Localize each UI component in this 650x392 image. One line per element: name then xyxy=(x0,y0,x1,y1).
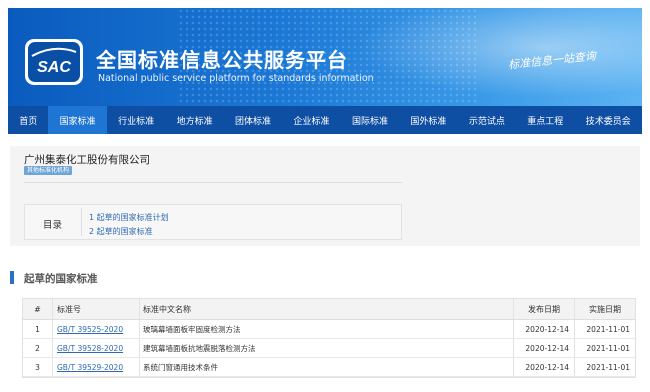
row-name: 玻璃幕墙面板牢固度检测方法 xyxy=(140,320,514,338)
row-code-cell: GB/T 39528-2020 xyxy=(53,339,140,357)
row-index: 3 xyxy=(23,358,53,376)
section-accent-bar xyxy=(10,271,14,284)
nav-item-international-standards[interactable]: 国际标准 xyxy=(341,106,399,134)
nav-item-foreign-standards[interactable]: 国外标准 xyxy=(399,106,457,134)
row-name: 系统门窗通用技术条件 xyxy=(140,358,514,376)
header-implement-date: 实施日期 xyxy=(589,304,621,314)
row-code-cell: GB/T 39529-2020 xyxy=(53,358,140,376)
toc-divider xyxy=(81,208,82,236)
nav-item-home[interactable]: 首页 xyxy=(8,106,48,134)
toc-link-drafted-standards[interactable]: 2 起草的国家标准 xyxy=(89,226,153,237)
standard-code-link[interactable]: GB/T 39528-2020 xyxy=(57,344,123,353)
row-index: 2 xyxy=(23,339,53,357)
row-implement-date: 2021-11-01 xyxy=(586,343,630,353)
standards-table: # 标准号 标准中文名称 发布日期 实施日期 1 GB/T 39525-2020… xyxy=(22,298,636,378)
toc-link-drafting-plans[interactable]: 1 起草的国家标准计划 xyxy=(89,212,169,223)
org-name: 广州集泰化工股份有限公司 xyxy=(24,154,150,166)
row-publish-date: 2020-12-14 xyxy=(514,320,575,338)
header-banner: SAC 全国标准信息公共服务平台 National public service… xyxy=(8,8,642,106)
row-implement-date: 2021-11-01 xyxy=(586,324,630,334)
org-divider xyxy=(24,182,402,183)
table-row: 2 GB/T 39528-2020 建筑幕墙面板抗地震脱落检测方法 2020-1… xyxy=(23,339,635,358)
header-index: # xyxy=(23,299,53,319)
nav-item-technical-committee[interactable]: 技术委员会 xyxy=(575,106,642,134)
nav-item-enterprise-standards[interactable]: 企业标准 xyxy=(282,106,340,134)
nav-item-key-projects[interactable]: 重点工程 xyxy=(516,106,574,134)
logo-text: SAC xyxy=(37,59,71,76)
row-code-cell: GB/T 39525-2020 xyxy=(53,320,140,338)
standard-code-link[interactable]: GB/T 39529-2020 xyxy=(57,363,123,372)
page: SAC 全国标准信息公共服务平台 National public service… xyxy=(0,0,650,392)
header-name: 标准中文名称 xyxy=(140,299,514,319)
nav-item-group-standards[interactable]: 团体标准 xyxy=(224,106,282,134)
table-of-contents: 目录 1 起草的国家标准计划 2 起草的国家标准 xyxy=(24,204,402,240)
table-header: # 标准号 标准中文名称 发布日期 实施日期 xyxy=(23,299,635,320)
nav-item-industry-standards[interactable]: 行业标准 xyxy=(107,106,165,134)
table-row: 1 GB/T 39525-2020 玻璃幕墙面板牢固度检测方法 2020-12-… xyxy=(23,320,635,339)
standard-code-link[interactable]: GB/T 39525-2020 xyxy=(57,325,123,334)
nav-item-pilot-demo[interactable]: 示范试点 xyxy=(458,106,516,134)
row-publish-date: 2020-12-14 xyxy=(514,339,575,357)
org-panel: 广州集泰化工股份有限公司 其他标准化机构 目录 1 起草的国家标准计划 2 起草… xyxy=(10,146,640,246)
main-nav: 首页 国家标准 行业标准 地方标准 团体标准 企业标准 国际标准 国外标准 示范… xyxy=(8,106,642,134)
nav-item-national-standards[interactable]: 国家标准 xyxy=(48,106,107,134)
header-code: 标准号 xyxy=(53,299,140,319)
toc-label: 目录 xyxy=(43,220,63,231)
row-implement-date: 2021-11-01 xyxy=(586,362,630,372)
site-subtitle: National public service platform for sta… xyxy=(98,73,374,84)
row-index: 1 xyxy=(23,320,53,338)
sac-logo[interactable]: SAC xyxy=(24,38,84,86)
org-type-badge: 其他标准化机构 xyxy=(24,166,73,175)
site-title: 全国标准信息公共服务平台 xyxy=(96,48,348,72)
table-row: 3 GB/T 39529-2020 系统门窗通用技术条件 2020-12-14 … xyxy=(23,358,635,377)
section-title: 起草的国家标准 xyxy=(24,273,98,285)
header-publish-date: 发布日期 xyxy=(514,299,575,319)
row-name: 建筑幕墙面板抗地震脱落检测方法 xyxy=(140,339,514,357)
row-publish-date: 2020-12-14 xyxy=(514,358,575,376)
nav-item-local-standards[interactable]: 地方标准 xyxy=(165,106,223,134)
